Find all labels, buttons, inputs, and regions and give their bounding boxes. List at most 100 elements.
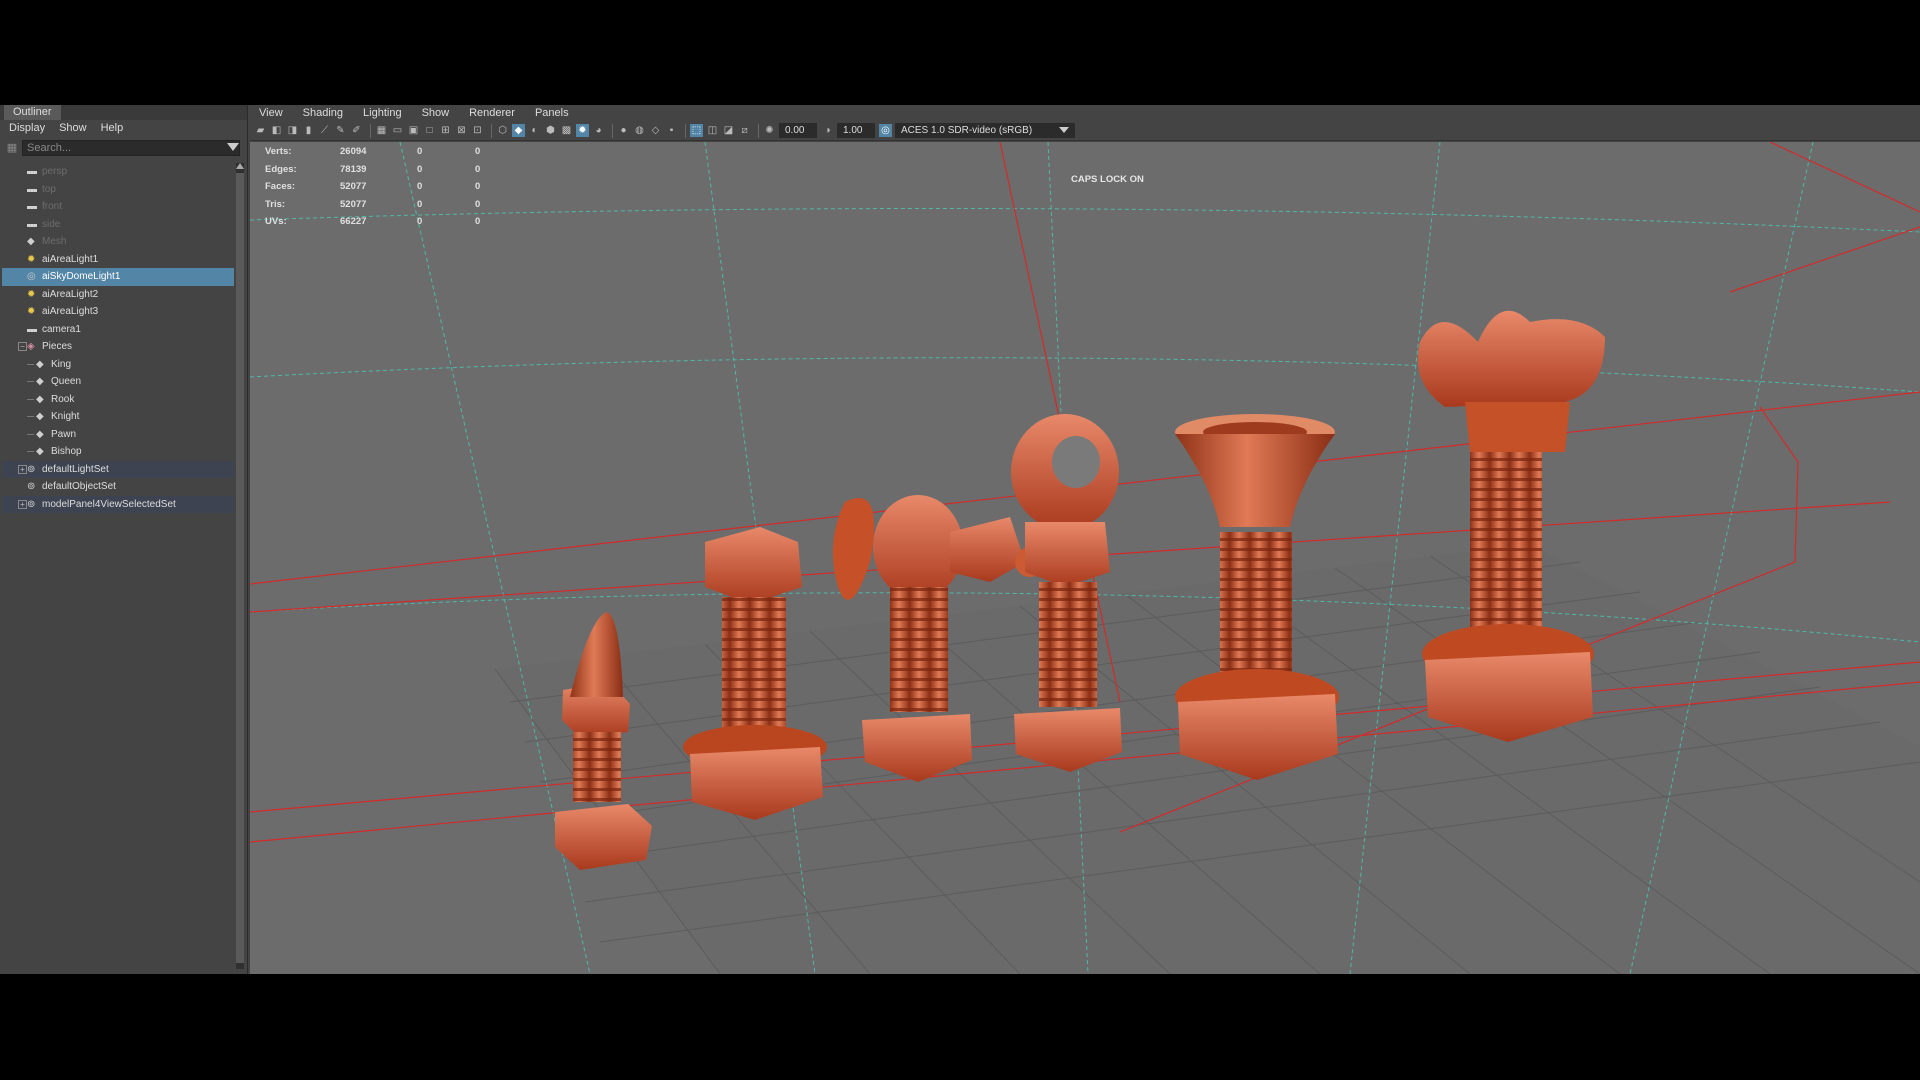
menu-renderer[interactable]: Renderer (469, 107, 515, 119)
hud-label: Edges: (265, 163, 297, 175)
outliner-item[interactable]: ▬ persp (2, 163, 234, 181)
bishop-piece (1011, 414, 1122, 772)
outliner-tree: ▬ persp ▬ top ▬ front ▬ side ◆ Mesh ✹ aiAreaLight1 ◎… (2, 163, 234, 969)
outliner-item[interactable]: ✹ aiAreaLight3 (2, 303, 234, 321)
depth-of-field-icon[interactable]: ▪ (665, 124, 678, 137)
outliner-item[interactable]: − ◈ Pieces (2, 338, 234, 356)
menu-show[interactable]: Show (59, 122, 87, 134)
hud-v2: 0 (417, 181, 423, 192)
hud-v1: 52077 (340, 181, 367, 192)
search-input[interactable] (22, 140, 240, 156)
resolution-gate-icon[interactable]: ▣ (407, 124, 420, 137)
maya-window: Outliner Display Show Help ▦ ▬persp▬top▬… (0, 105, 1920, 974)
outliner-item[interactable]: ✹ aiAreaLight1 (2, 251, 234, 269)
collapse-icon[interactable]: − (18, 342, 27, 351)
xray-components-icon[interactable]: ⧄ (738, 124, 751, 137)
outliner-item[interactable]: ▬ front (2, 198, 234, 216)
outliner-item[interactable]: ◆ Knight (2, 408, 234, 426)
antialiasing-icon[interactable]: ◇ (649, 124, 662, 137)
menu-show[interactable]: Show (422, 107, 450, 119)
gamma-field[interactable]: 1.00 (837, 123, 875, 138)
outliner-titlebar: Outliner (0, 105, 247, 120)
menu-view[interactable]: View (259, 107, 283, 119)
image-plane-icon[interactable]: ▮ (302, 124, 315, 137)
filter-icon[interactable]: ▦ (4, 140, 20, 156)
menu-panels[interactable]: Panels (535, 107, 569, 119)
isolate-select-icon[interactable]: ⬚ (690, 124, 703, 137)
hud-row: UVs: 66227 0 0 (265, 216, 505, 234)
viewport-menubar: View Shading Lighting Show Renderer Pane… (250, 105, 1920, 121)
outliner-item-label: aiAreaLight3 (42, 306, 99, 317)
textured-icon[interactable]: ▩ (560, 124, 573, 137)
menu-help[interactable]: Help (101, 122, 124, 134)
outliner-item-label: side (42, 218, 61, 230)
outliner-item[interactable]: ✹ aiAreaLight2 (2, 286, 234, 304)
xray-joints-icon[interactable]: ◪ (722, 124, 735, 137)
tree-branch (27, 363, 34, 365)
outliner-item-label: Bishop (51, 446, 82, 457)
caps-lock-indicator: CAPS LOCK ON (1071, 174, 1144, 185)
shadows-icon[interactable]: ◕ (592, 124, 605, 137)
camera-icon: ▬ (27, 218, 37, 230)
gate-mask-icon[interactable]: □ (423, 124, 436, 137)
color-management-icon[interactable]: ◎ (879, 124, 892, 137)
outliner-item[interactable]: ◆ Rook (2, 391, 234, 409)
camera-icon: ▬ (27, 323, 37, 335)
scroll-up-arrow-icon[interactable] (236, 163, 244, 169)
scrollbar-thumb[interactable] (236, 173, 244, 963)
outliner-item[interactable]: + ⊚ defaultLightSet (2, 460, 234, 478)
hud-v3: 0 (475, 216, 481, 227)
outliner-item[interactable]: ◆ Mesh (2, 233, 234, 251)
outliner-item[interactable]: + ⊚ modelPanel4ViewSelectedSet (2, 495, 234, 513)
mesh-icon: ◆ (36, 376, 44, 387)
film-gate-icon[interactable]: ▭ (391, 124, 404, 137)
grease-pencil-icon[interactable]: ✎ (334, 124, 347, 137)
outliner-item[interactable]: ◎ aiSkyDomeLight1 (2, 268, 234, 286)
safe-action-icon[interactable]: ⊠ (455, 124, 468, 137)
exposure-icon[interactable]: ✺ (763, 124, 776, 137)
outliner-tab[interactable]: Outliner (4, 105, 61, 120)
outliner-item-label: modelPanel4ViewSelectedSet (42, 498, 176, 510)
outliner-item[interactable]: ◆ Pawn (2, 426, 234, 444)
grid-icon[interactable]: ▦ (375, 124, 388, 137)
3d-scene[interactable]: Verts: 26094 0 0 Edges: 78139 0 0 Faces: 52077 0 0 T… (250, 142, 1920, 974)
camera-attributes-icon[interactable]: ◧ (270, 124, 283, 137)
outliner-item[interactable]: ▬ top (2, 181, 234, 199)
outliner-scrollbar[interactable] (236, 163, 244, 969)
xray-icon[interactable]: ◫ (706, 124, 719, 137)
safe-title-icon[interactable]: ⊡ (471, 124, 484, 137)
default-material-icon[interactable]: ◐ (528, 124, 541, 137)
outliner-item[interactable]: ⊚ defaultObjectSet (2, 478, 234, 496)
outliner-item[interactable]: ◆ Queen (2, 373, 234, 391)
outliner-item[interactable]: ▬ camera1 (2, 321, 234, 339)
outliner-item-label: Rook (51, 393, 75, 405)
smooth-shade-icon[interactable]: ◆ (512, 124, 525, 137)
hud-row: Tris: 52077 0 0 (265, 199, 505, 217)
hud-label: Tris: (265, 198, 286, 210)
pencil-icon[interactable]: ✐ (350, 124, 363, 137)
menu-display[interactable]: Display (9, 122, 45, 134)
field-chart-icon[interactable]: ⊞ (439, 124, 452, 137)
outliner-item[interactable]: ◆ Bishop (2, 443, 234, 461)
gamma-icon[interactable]: ◑ (821, 124, 834, 137)
hud-label: UVs: (265, 216, 287, 227)
motion-blur-icon[interactable]: ◍ (633, 124, 646, 137)
use-all-lights-icon[interactable]: ✹ (576, 124, 589, 137)
outliner-item[interactable]: ◆ King (2, 356, 234, 374)
color-space-dropdown[interactable]: ACES 1.0 SDR-video (sRGB) (895, 123, 1075, 138)
menu-lighting[interactable]: Lighting (363, 107, 402, 119)
expand-icon[interactable]: + (18, 499, 27, 509)
expand-icon[interactable]: + (18, 464, 27, 474)
bookmarks-icon[interactable]: ◨ (286, 124, 299, 137)
menu-shading[interactable]: Shading (303, 107, 343, 119)
light-icon: ✹ (27, 288, 36, 300)
tree-branch (27, 451, 34, 452)
search-options-caret-icon[interactable] (227, 143, 239, 151)
wireframe-icon[interactable]: ⬡ (496, 124, 509, 137)
screen-space-ao-icon[interactable]: ● (617, 124, 630, 137)
wireframe-on-shaded-icon[interactable]: ⬢ (544, 124, 557, 137)
outliner-item[interactable]: ▬ side (2, 216, 234, 234)
select-camera-icon[interactable]: ▰ (254, 124, 267, 137)
2d-pan-zoom-icon[interactable]: ⟋ (318, 124, 331, 137)
exposure-field[interactable]: 0.00 (779, 123, 817, 138)
